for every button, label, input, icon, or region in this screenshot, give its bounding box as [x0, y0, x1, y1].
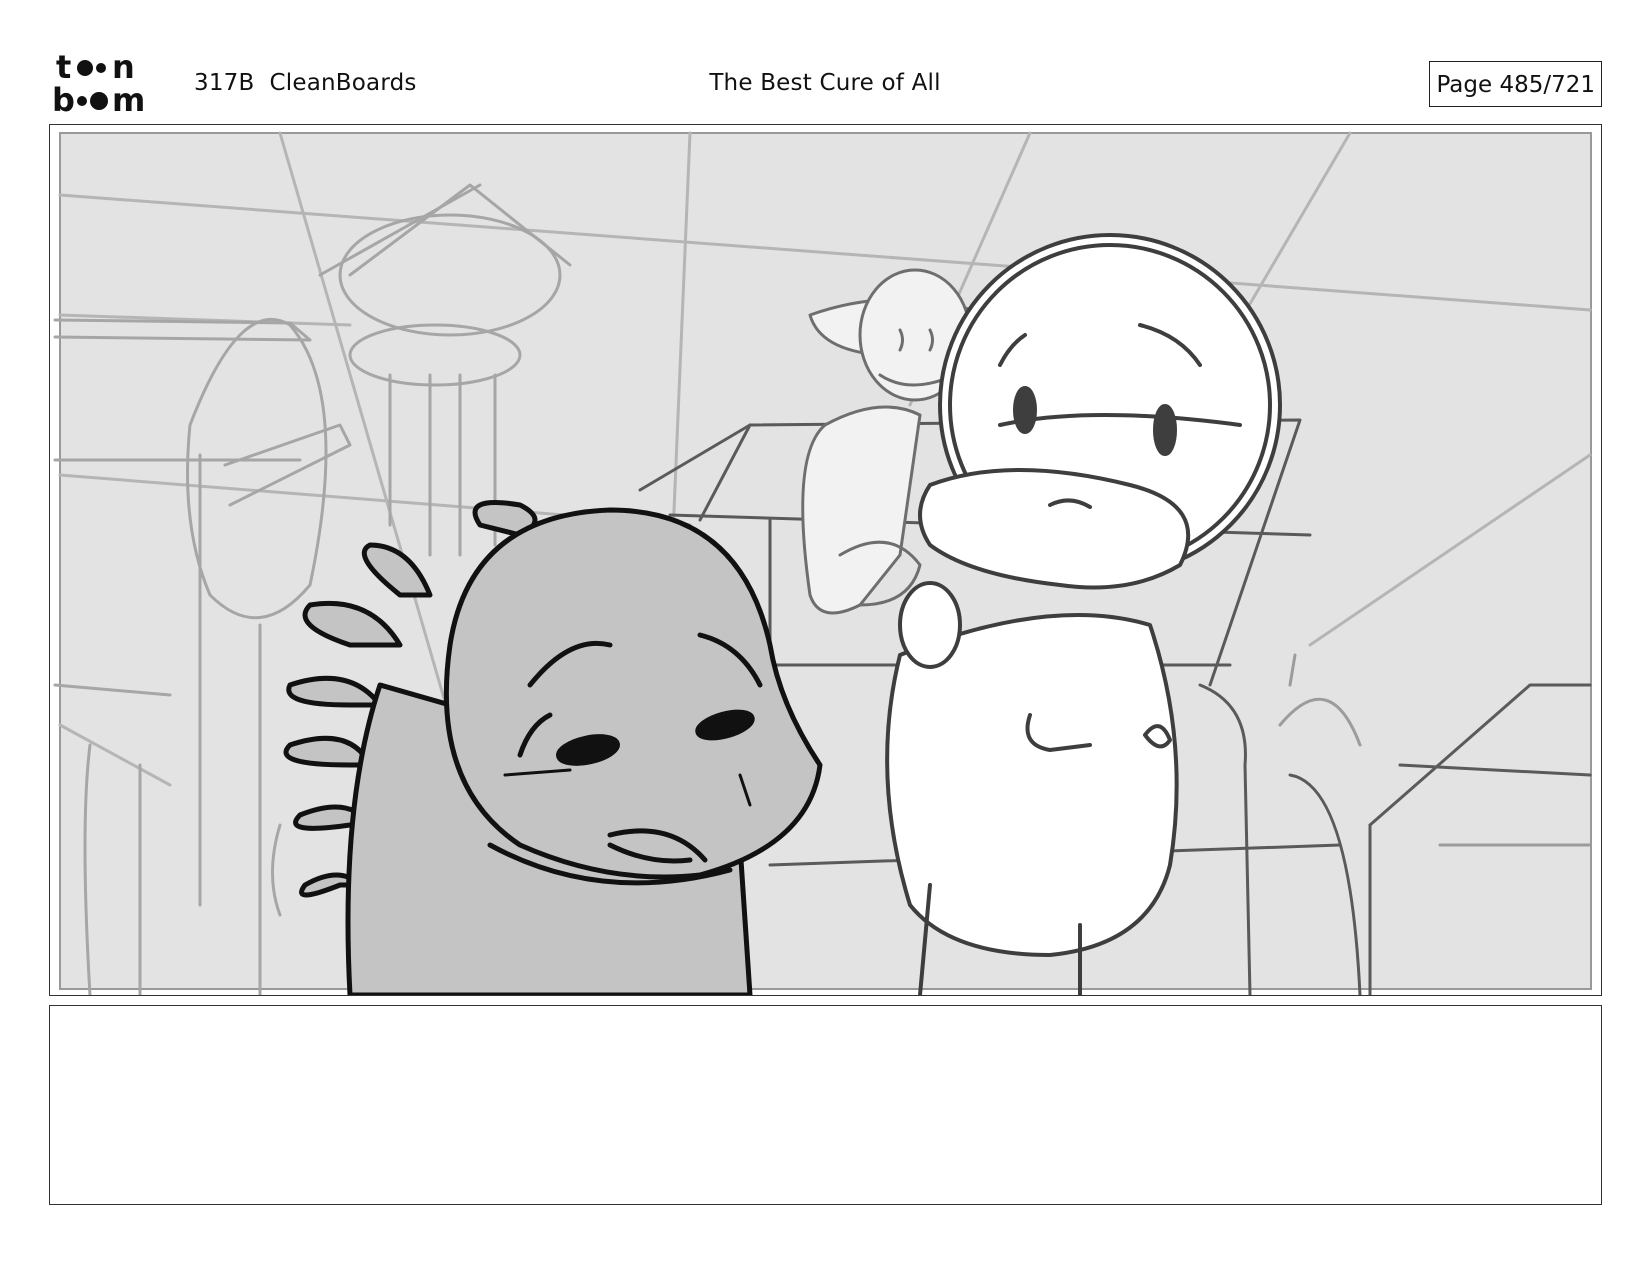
episode-title: The Best Cure of All	[709, 70, 941, 96]
page-indicator: Page 485/721	[1429, 61, 1602, 107]
storyboard-panel	[49, 124, 1602, 996]
storyboard-sketch	[50, 125, 1601, 995]
panel-notes-box	[49, 1005, 1602, 1205]
